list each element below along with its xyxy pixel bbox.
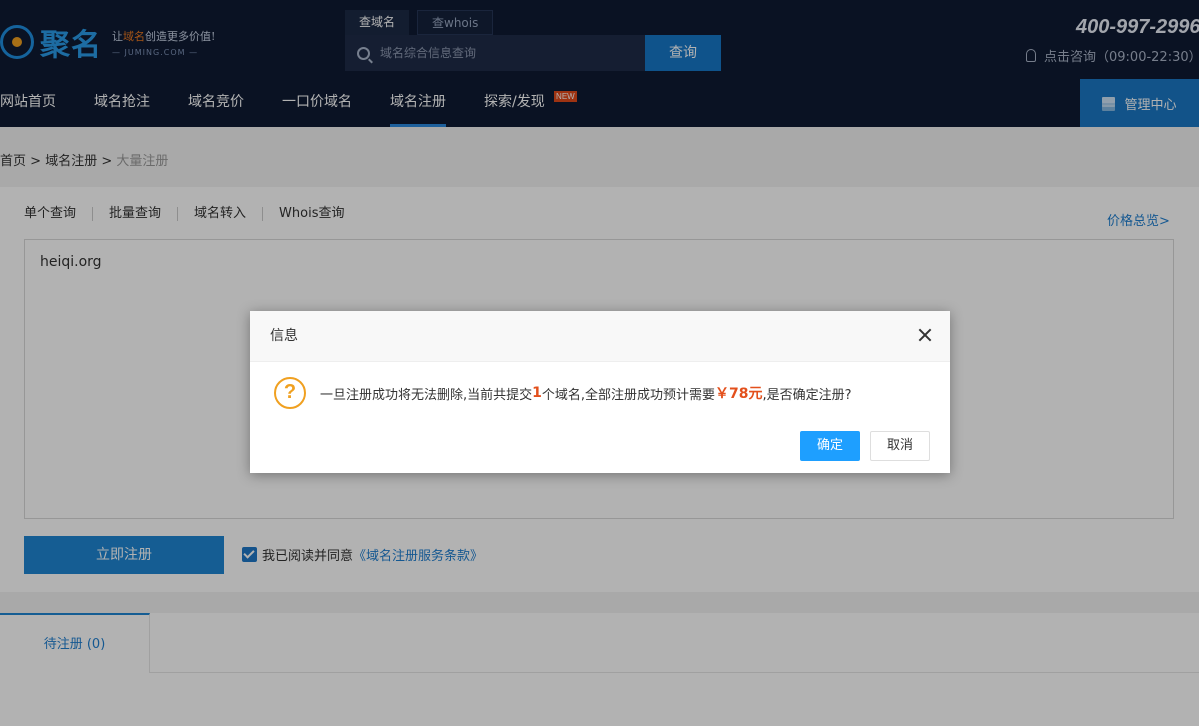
dialog-header: 信息 (250, 311, 950, 362)
dialog-message: ? 一旦注册成功将无法删除,当前共提交 1 个域名,全部注册成功预计需要 ￥78… (274, 377, 852, 409)
msg-part3: ,是否确定注册? (762, 387, 852, 403)
cancel-button[interactable]: 取消 (870, 431, 930, 461)
dialog-title: 信息 (270, 328, 298, 344)
question-icon: ? (274, 377, 306, 409)
confirm-dialog: 信息 ? 一旦注册成功将无法删除,当前共提交 1 个域名,全部注册成功预计需要 … (250, 311, 950, 473)
close-icon[interactable] (918, 328, 932, 342)
msg-part2: 个域名,全部注册成功预计需要 (541, 387, 716, 403)
msg-price: ￥78元 (715, 386, 763, 402)
confirm-button[interactable]: 确定 (800, 431, 860, 461)
msg-count: 1 (532, 385, 542, 401)
msg-part1: 一旦注册成功将无法删除,当前共提交 (320, 387, 533, 403)
